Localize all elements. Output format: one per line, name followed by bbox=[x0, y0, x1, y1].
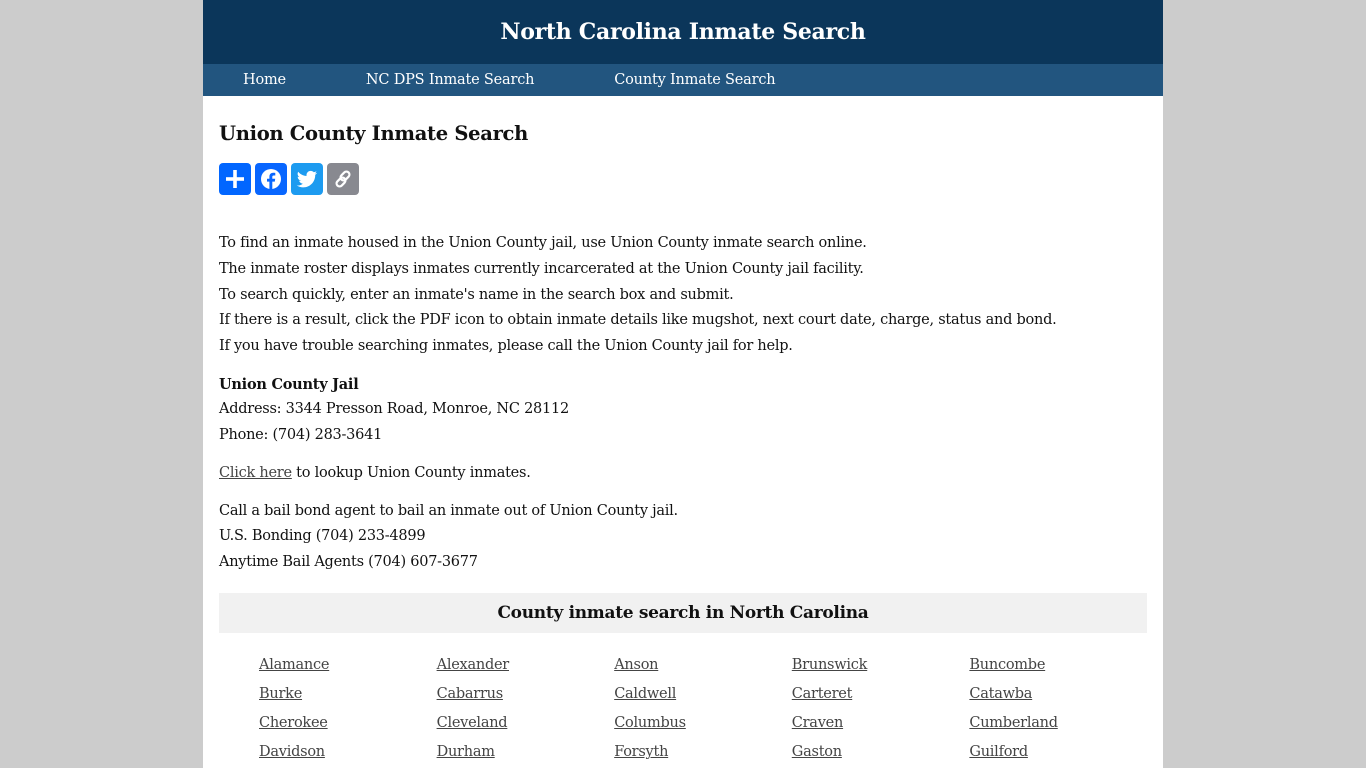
county-link[interactable]: Buncombe bbox=[969, 651, 1045, 680]
main-content: Union County Inmate Search To find an in… bbox=[203, 121, 1163, 767]
lookup-line: Click here to lookup Union County inmate… bbox=[219, 461, 1147, 487]
bail-intro: Call a bail bond agent to bail an inmate… bbox=[219, 502, 678, 519]
county-link[interactable]: Gaston bbox=[792, 738, 842, 767]
nav-county-inmate-search[interactable]: County Inmate Search bbox=[614, 72, 775, 88]
county-link[interactable]: Forsyth bbox=[614, 738, 668, 767]
county-link[interactable]: Durham bbox=[437, 738, 495, 767]
county-link[interactable]: Cumberland bbox=[969, 709, 1058, 738]
county-link[interactable]: Alexander bbox=[437, 651, 510, 680]
site-title[interactable]: North Carolina Inmate Search bbox=[500, 19, 866, 45]
nav-home[interactable]: Home bbox=[243, 72, 286, 88]
county-link[interactable]: Alamance bbox=[259, 651, 329, 680]
intro-line: To search quickly, enter an inmate's nam… bbox=[219, 286, 734, 303]
facebook-icon bbox=[261, 169, 281, 189]
lookup-text: to lookup Union County inmates. bbox=[291, 465, 531, 482]
county-link[interactable]: Carteret bbox=[792, 680, 853, 709]
page-title: Union County Inmate Search bbox=[219, 122, 528, 145]
jail-info: Union County Jail Address: 3344 Presson … bbox=[219, 372, 1147, 449]
county-link[interactable]: Burke bbox=[259, 680, 302, 709]
intro-line: If there is a result, click the PDF icon… bbox=[219, 312, 1057, 329]
share-twitter-button[interactable] bbox=[291, 163, 323, 195]
county-link[interactable]: Cherokee bbox=[259, 709, 328, 738]
bail-agent: Anytime Bail Agents (704) 607-3677 bbox=[219, 553, 478, 570]
plus-icon bbox=[226, 170, 244, 188]
share-facebook-button[interactable] bbox=[255, 163, 287, 195]
twitter-icon bbox=[296, 170, 318, 188]
link-icon bbox=[335, 170, 351, 188]
jail-name: Union County Jail bbox=[219, 375, 359, 393]
share-add-button[interactable] bbox=[219, 163, 251, 195]
main-nav: Home NC DPS Inmate Search County Inmate … bbox=[203, 64, 1163, 96]
county-link[interactable]: Catawba bbox=[969, 680, 1032, 709]
county-link[interactable]: Caldwell bbox=[614, 680, 676, 709]
site-header: North Carolina Inmate Search bbox=[203, 0, 1163, 64]
share-copy-link-button[interactable] bbox=[327, 163, 359, 195]
county-link[interactable]: Brunswick bbox=[792, 651, 868, 680]
county-link[interactable]: Craven bbox=[792, 709, 844, 738]
intro-line: If you have trouble searching inmates, p… bbox=[219, 338, 793, 355]
bail-agent: U.S. Bonding (704) 233-4899 bbox=[219, 528, 426, 545]
intro-text: To find an inmate housed in the Union Co… bbox=[219, 231, 1147, 360]
county-link[interactable]: Columbus bbox=[614, 709, 686, 738]
intro-line: The inmate roster displays inmates curre… bbox=[219, 260, 864, 277]
county-link[interactable]: Guilford bbox=[969, 738, 1028, 767]
nav-nc-dps-inmate-search[interactable]: NC DPS Inmate Search bbox=[366, 72, 535, 88]
county-section-header: County inmate search in North Carolina bbox=[219, 593, 1147, 634]
county-link[interactable]: Cabarrus bbox=[437, 680, 504, 709]
county-link-grid: Alamance Alexander Anson Brunswick Bunco… bbox=[219, 651, 1147, 767]
county-link[interactable]: Cleveland bbox=[437, 709, 508, 738]
page-container: North Carolina Inmate Search Home NC DPS… bbox=[203, 0, 1163, 768]
click-here-link[interactable]: Click here bbox=[219, 465, 292, 481]
jail-phone: Phone: (704) 283-3641 bbox=[219, 426, 383, 443]
county-link[interactable]: Anson bbox=[614, 651, 658, 680]
county-link[interactable]: Davidson bbox=[259, 738, 325, 767]
intro-line: To find an inmate housed in the Union Co… bbox=[219, 235, 867, 251]
bail-info: Call a bail bond agent to bail an inmate… bbox=[219, 499, 1147, 576]
jail-address: Address: 3344 Presson Road, Monroe, NC 2… bbox=[219, 401, 569, 418]
share-bar bbox=[219, 163, 1147, 195]
county-section-title: County inmate search in North Carolina bbox=[497, 603, 869, 624]
